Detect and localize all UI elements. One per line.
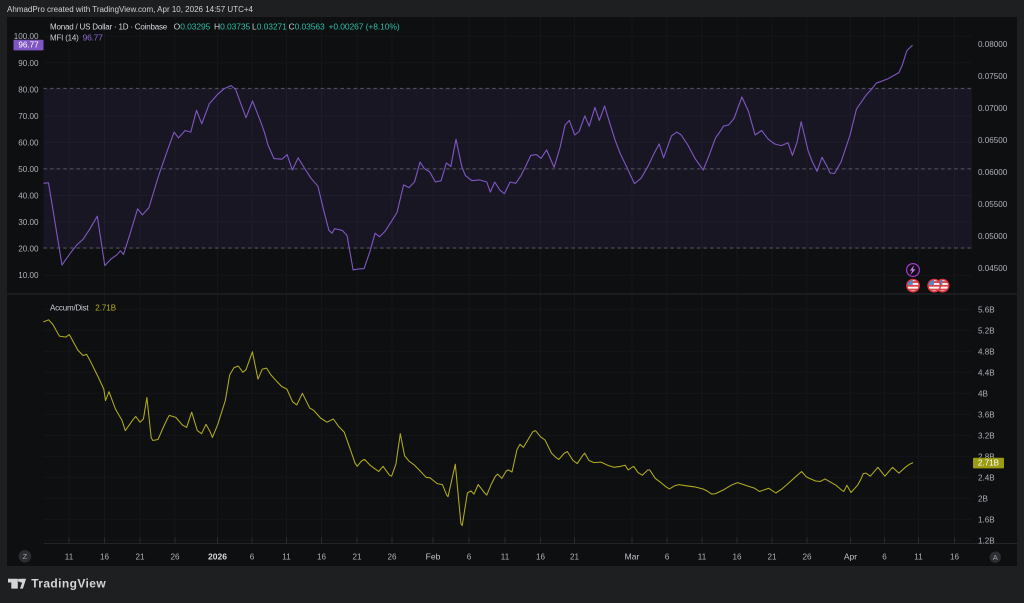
svg-text:20.00: 20.00 [18, 245, 39, 254]
svg-text:1.6B: 1.6B [978, 515, 995, 524]
svg-text:MFI (14): MFI (14) [50, 33, 79, 42]
svg-text:L0.03271: L0.03271 [252, 22, 287, 32]
svg-text:0.05500: 0.05500 [978, 200, 1008, 209]
svg-text:26: 26 [802, 553, 812, 562]
svg-text:21: 21 [570, 553, 580, 562]
svg-text:0.07500: 0.07500 [978, 72, 1008, 81]
svg-text:16: 16 [950, 553, 960, 562]
svg-text:0.08000: 0.08000 [978, 40, 1008, 49]
svg-text:4B: 4B [978, 389, 988, 398]
svg-text:Accum/Dist: Accum/Dist [50, 304, 89, 313]
svg-text:11: 11 [501, 553, 510, 562]
svg-text:11: 11 [698, 553, 707, 562]
svg-text:2026: 2026 [208, 552, 227, 562]
svg-text:1.2B: 1.2B [978, 536, 995, 545]
svg-text:21: 21 [767, 553, 777, 562]
svg-text:50.00: 50.00 [18, 165, 39, 174]
svg-text:0.06000: 0.06000 [978, 168, 1008, 177]
svg-text:90.00: 90.00 [18, 59, 39, 68]
svg-text:6: 6 [665, 553, 670, 562]
svg-text:5.2B: 5.2B [978, 326, 995, 335]
svg-text:0.06500: 0.06500 [978, 136, 1008, 145]
svg-text:6: 6 [467, 553, 472, 562]
svg-text:80.00: 80.00 [18, 85, 39, 94]
svg-text:Apr: Apr [844, 552, 857, 562]
svg-text:60.00: 60.00 [18, 138, 39, 147]
svg-text:4.8B: 4.8B [978, 347, 995, 356]
svg-text:11: 11 [914, 553, 923, 562]
svg-text:26: 26 [170, 553, 180, 562]
svg-text:6: 6 [882, 553, 887, 562]
svg-text:2B: 2B [978, 494, 988, 503]
svg-text:C0.03563: C0.03563 [289, 22, 326, 32]
svg-text:16: 16 [536, 553, 546, 562]
svg-text:6: 6 [250, 553, 255, 562]
svg-text:11: 11 [65, 553, 74, 562]
svg-text:96.77: 96.77 [83, 32, 104, 42]
svg-text:21: 21 [352, 553, 362, 562]
svg-text:+0.00267 (+8.10%): +0.00267 (+8.10%) [329, 22, 400, 32]
svg-text:3.2B: 3.2B [978, 431, 995, 440]
svg-text:16: 16 [100, 553, 110, 562]
svg-text:16: 16 [317, 553, 327, 562]
svg-text:2.4B: 2.4B [978, 473, 995, 482]
svg-text:4.4B: 4.4B [978, 368, 995, 377]
svg-text:2.71B: 2.71B [95, 304, 116, 313]
svg-text:96.77: 96.77 [18, 41, 39, 50]
svg-text:H0.03735: H0.03735 [214, 22, 251, 32]
svg-text:0.07000: 0.07000 [978, 104, 1008, 113]
svg-text:40.00: 40.00 [18, 192, 39, 201]
svg-text:0.05000: 0.05000 [978, 232, 1008, 241]
svg-text:2.71B: 2.71B [978, 459, 999, 468]
svg-text:30.00: 30.00 [18, 218, 39, 227]
svg-text:11: 11 [282, 553, 291, 562]
svg-text:Z: Z [23, 552, 28, 561]
svg-text:0.04500: 0.04500 [978, 264, 1008, 273]
svg-text:3.6B: 3.6B [978, 410, 995, 419]
svg-text:26: 26 [387, 553, 397, 562]
svg-text:Feb: Feb [426, 552, 441, 562]
svg-text:Monad / US Dollar · 1D · Coinb: Monad / US Dollar · 1D · Coinbase [50, 23, 168, 32]
svg-text:5.6B: 5.6B [978, 305, 995, 314]
svg-text:16: 16 [732, 553, 742, 562]
svg-text:70.00: 70.00 [18, 112, 39, 121]
svg-text:O0.03295: O0.03295 [174, 22, 211, 32]
svg-text:TradingView: TradingView [31, 577, 106, 591]
svg-text:Mar: Mar [625, 552, 640, 562]
svg-text:A: A [993, 553, 998, 562]
svg-text:21: 21 [135, 553, 145, 562]
svg-text:10.00: 10.00 [18, 271, 39, 280]
